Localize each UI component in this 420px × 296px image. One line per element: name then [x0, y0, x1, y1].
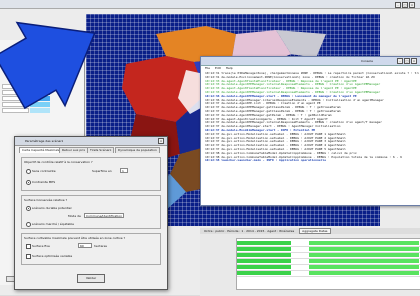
table-cell-green: [237, 259, 291, 263]
mode-select[interactable]: Commune/Identification: [84, 213, 124, 218]
radio-contrainte-mps[interactable]: [26, 180, 31, 185]
bottom-header: Ordre : public · Période : 1 · 2014 - 20…: [200, 228, 420, 234]
surface-fixe-unit: hectares: [94, 244, 107, 248]
aggregate-datas-button[interactable]: Aggregate Datas: [299, 228, 331, 234]
maximize-icon[interactable]: □: [402, 2, 408, 8]
close-icon[interactable]: ×: [411, 58, 417, 64]
surface-input[interactable]: 1: [120, 168, 128, 173]
results-table[interactable]: [236, 238, 420, 290]
surface-conservee-title: Surface Conservée relative ?: [24, 198, 68, 202]
minimize-icon[interactable]: –: [397, 58, 403, 64]
radio-scenario-durable[interactable]: [26, 206, 31, 211]
table-bar: [309, 259, 419, 263]
main-window: – □ × Mise à jour des cartes: [0, 0, 420, 296]
radio-sans-contrainte-label: Sans contrainte: [32, 169, 56, 173]
radio-scenario-marche-label: scénario marché / équitable: [32, 222, 74, 226]
table-cell-green: [237, 265, 291, 269]
table-row[interactable]: [237, 271, 420, 277]
surface-conservee-group: Surface Conservée relative ? scénario du…: [21, 195, 161, 229]
arrow-icon: [0, 21, 96, 110]
radio-scenario-marche[interactable]: [26, 222, 31, 227]
tab-retour-prix[interactable]: Retour aux prix: [59, 147, 89, 153]
mode-label: Mode de: [68, 214, 81, 218]
validate-button[interactable]: Valider: [77, 274, 105, 283]
chk-surface-fixe-label: Surface fixe: [32, 244, 50, 248]
surface-cultivable-title: Surface cultivable maximale pouvant être…: [24, 236, 126, 240]
menu-edit[interactable]: Edit: [215, 66, 221, 70]
close-icon[interactable]: ×: [409, 2, 415, 8]
surface-label: Superficie en: [92, 169, 112, 173]
minimize-icon[interactable]: –: [395, 2, 401, 8]
maximize-icon[interactable]: □: [404, 58, 410, 64]
conservation-group-title: Objectif de contrôle relatif à la conser…: [24, 160, 93, 164]
table-bar: [309, 271, 419, 275]
table-bar: [309, 265, 419, 269]
log-console-window: Console – □ × File Edit Help 10:12:31 tr…: [200, 56, 420, 206]
bottom-header-text: Ordre : public · Période : 1 · 2014 - 20…: [204, 229, 295, 233]
log-menubar: File Edit Help: [201, 66, 420, 71]
tab-dynamique-population[interactable]: Dynamique de population: [115, 147, 160, 153]
table-cell-green: [237, 241, 291, 245]
tab-tirets-scenarii[interactable]: Tirets Scénarii: [87, 147, 115, 153]
log-title: Console: [361, 59, 373, 63]
log-titlebar: Console – □ ×: [201, 57, 420, 66]
table-cell-green: [237, 253, 291, 257]
close-icon[interactable]: ×: [158, 138, 164, 144]
menu-file[interactable]: File: [205, 66, 210, 70]
surface-fixe-input[interactable]: 60: [78, 243, 92, 248]
chk-surface-fixe[interactable]: [26, 244, 31, 249]
tab-carte-capacite[interactable]: Carte Capacité Maximale: [19, 147, 63, 153]
config-title: Paramétrage des scénarii: [25, 139, 64, 143]
table-cell-green: [237, 271, 291, 275]
table-bar: [309, 247, 419, 251]
log-line: 10:12:38 launcher.Launcher.main - INFO :…: [205, 159, 327, 163]
table-cell-green: [237, 247, 291, 251]
radio-sans-contrainte[interactable]: [26, 169, 31, 174]
table-bar: [309, 241, 419, 245]
config-titlebar: Paramétrage des scénarii ×: [15, 137, 167, 146]
surface-cultivable-group: Surface cultivable maximale pouvant être…: [21, 233, 161, 265]
radio-scenario-durable-label: scénario durable potentiel: [32, 206, 72, 210]
menu-help[interactable]: Help: [226, 66, 233, 70]
radio-contrainte-mps-label: Contrainte MPS: [32, 180, 56, 184]
table-bar: [309, 253, 419, 257]
conservation-group: Objectif de contrôle relatif à la conser…: [21, 157, 161, 191]
scenario-config-dialog: Paramétrage des scénarii × Carte Capacit…: [14, 136, 168, 290]
chk-optimisation[interactable]: [26, 254, 31, 259]
log-text-area[interactable]: 10:12:31 trace(le PIDaManagerZone), char…: [205, 72, 419, 202]
chk-optimisation-label: Surface optimisée variable: [32, 254, 73, 258]
